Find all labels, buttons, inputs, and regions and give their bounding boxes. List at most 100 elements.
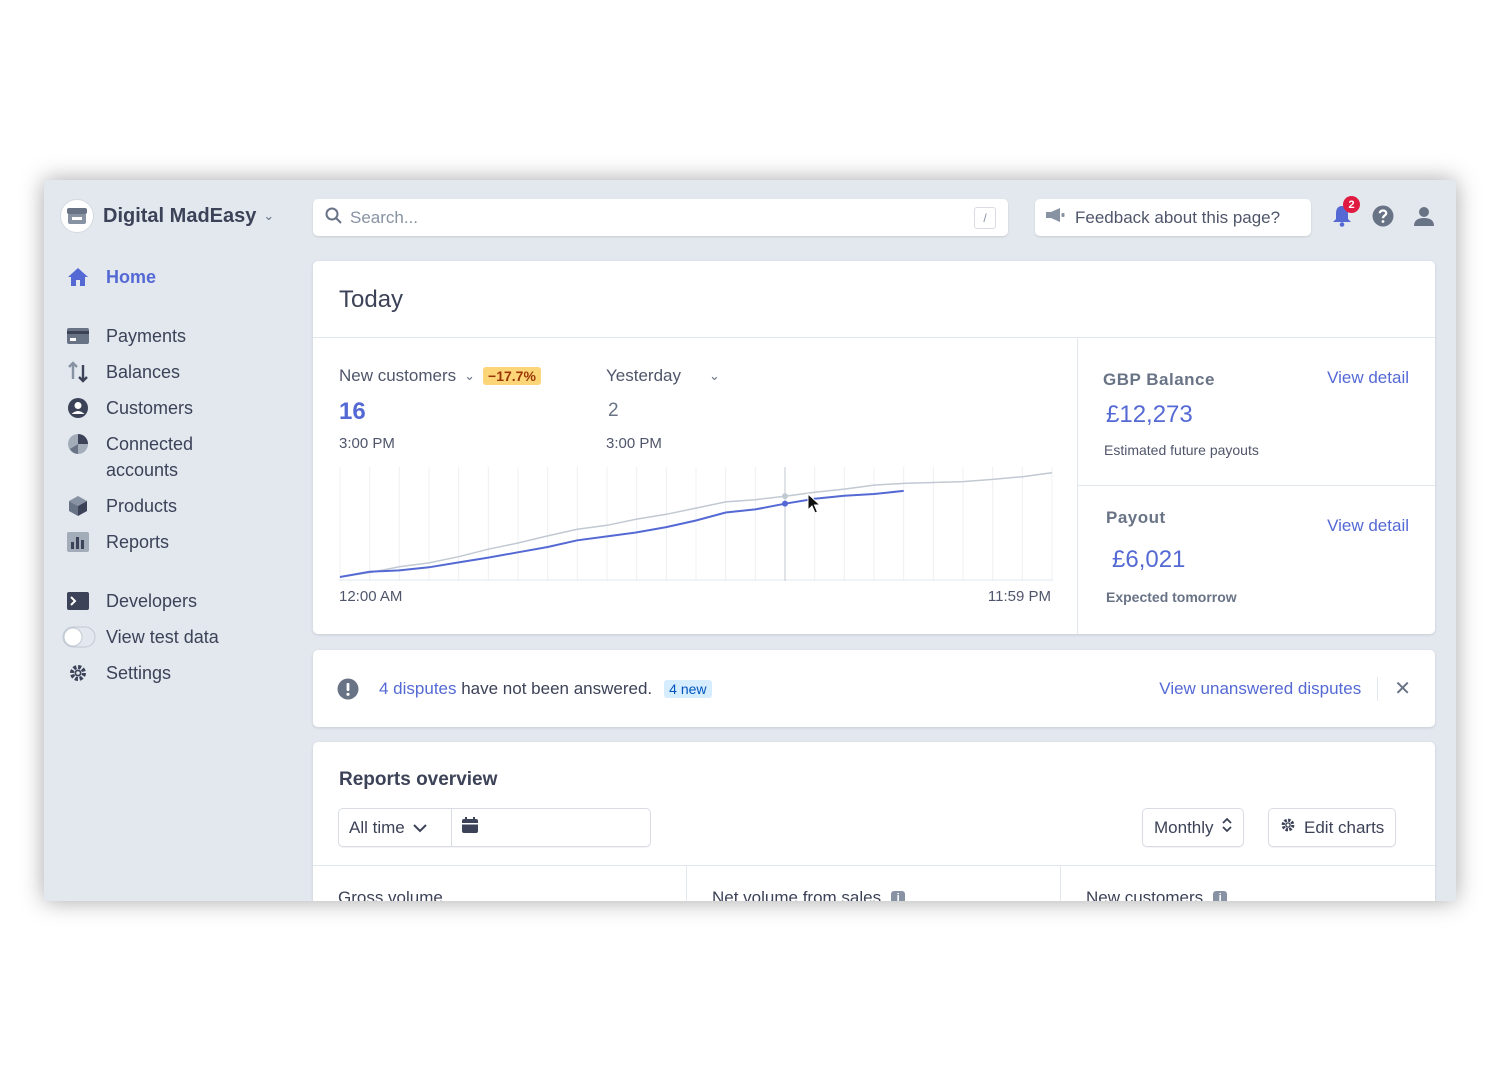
sidebar-item-settings[interactable]: Settings [66,660,306,686]
compare-time: 3:00 PM [606,435,662,452]
delta-badge: −17.7% [483,367,541,385]
sidebar-item-developers[interactable]: Developers [66,588,306,614]
feedback-button[interactable]: Feedback about this page? [1035,199,1311,236]
today-title: Today [313,261,1435,338]
sidebar-item-label: Products [106,496,178,516]
compare-selector[interactable]: Yesterday ⌄ [606,366,720,386]
gear-icon [66,660,90,686]
sidebar-item-label: Connected accounts [106,434,194,480]
chart-hover-point [782,500,788,507]
user-icon [1413,205,1435,232]
dashboard-window: Digital MadEasy ⌄ Home Payments Balances [44,180,1456,901]
disputes-actions: View unanswered disputes ✕ [1159,676,1411,701]
toggle-switch[interactable] [62,624,96,650]
payout-subtitle: Expected tomorrow [1106,589,1237,605]
home-icon [66,264,90,290]
report-new-customers[interactable]: New customers i [1061,866,1435,901]
sidebar-item-label: Home [106,267,157,287]
info-icon[interactable]: i [891,891,906,901]
sidebar-item-reports[interactable]: Reports [66,529,306,555]
report-column-title: New customers [1086,888,1204,901]
payout-view-detail-link[interactable]: View detail [1327,516,1409,536]
disputes-banner: 4 disputes have not been answered. 4 new… [313,650,1435,727]
notification-count-badge: 2 [1343,196,1360,213]
store-icon [60,199,94,233]
search-shortcut-key: / [974,206,996,229]
connected-accounts-icon [66,431,90,457]
sidebar-item-payments[interactable]: Payments [66,323,306,349]
customers-icon [66,395,90,421]
sidebar-item-label: Developers [106,591,198,611]
developers-icon [66,588,90,614]
report-column-title: Net volume from sales [712,888,882,901]
reports-columns: Gross volume Net volume from sales i New… [313,865,1435,901]
divider [1377,676,1379,701]
reports-overview-card: Reports overview All time Monthly Edit c… [313,742,1435,901]
gear-icon [1280,817,1296,838]
help-icon [1372,205,1394,232]
gbp-balance-title: GBP Balance [1103,370,1215,389]
reports-title: Reports overview [339,769,498,790]
search-icon [325,207,342,229]
feedback-label: Feedback about this page? [1075,207,1281,227]
range-select-label: All time [349,817,405,837]
reports-icon [66,529,90,555]
sidebar-item-customers[interactable]: Customers [66,395,306,421]
close-icon[interactable]: ✕ [1394,676,1411,701]
gbp-balance-amount: £12,273 [1106,401,1193,428]
account-switcher[interactable]: Digital MadEasy ⌄ [60,199,274,233]
sidebar-item-home[interactable]: Home [66,264,306,290]
chevron-down-icon: ⌄ [464,368,476,383]
edit-charts-button[interactable]: Edit charts [1268,808,1397,847]
sidebar-item-label: Balances [106,362,181,382]
info-icon[interactable]: i [1213,891,1228,901]
payout-amount: £6,021 [1112,546,1186,573]
sidebar-item-label: Reports [106,532,170,552]
sidebar-item-label: Customers [106,398,194,418]
gbp-balance-section: GBP Balance View detail £12,273 Estimate… [1078,338,1435,486]
gbp-balance-subtitle: Estimated future payouts [1104,442,1259,458]
help-button[interactable] [1369,204,1397,232]
view-unanswered-disputes-link[interactable]: View unanswered disputes [1159,679,1361,699]
edit-charts-label: Edit charts [1304,817,1385,837]
profile-button[interactable] [1410,204,1438,232]
chart-end-label: 11:59 PM [987,588,1051,605]
range-select[interactable]: All time [339,809,452,846]
today-card: Today New customers ⌄ −17.7% 16 3:00 PM … [313,261,1435,634]
date-range-picker: All time [338,808,651,847]
view-test-data-toggle[interactable]: View test data [62,624,306,650]
metric-value: 16 [339,398,366,425]
sidebar-nav: Home Payments Balances Customers Connect… [62,264,306,686]
search-placeholder: Search... [350,207,419,227]
balances-panel: GBP Balance View detail £12,273 Estimate… [1078,338,1435,634]
metric-selector[interactable]: New customers ⌄ −17.7% [339,366,541,386]
search-input[interactable]: Search... / [313,199,1008,236]
chevron-down-icon: ⌄ [263,208,275,223]
sidebar-item-products[interactable]: Products [66,493,306,519]
report-gross-volume[interactable]: Gross volume [313,866,687,901]
products-icon [66,493,90,519]
payout-section: Payout View detail £6,021 Expected tomor… [1078,486,1435,634]
report-column-title: Gross volume [338,888,443,901]
gbp-balance-view-detail-link[interactable]: View detail [1327,368,1409,388]
compare-label: Yesterday [606,366,681,385]
payments-icon [66,323,90,349]
metric-label: New customers [339,366,457,385]
sidebar-item-connected-accounts[interactable]: Connected accounts [66,431,306,483]
interval-select[interactable]: Monthly [1142,808,1244,847]
sidebar-item-label: Payments [106,326,187,346]
date-input[interactable] [452,809,650,846]
sidebar-item-balances[interactable]: Balances [66,359,306,385]
notifications-button[interactable]: 2 [1328,196,1360,232]
calendar-icon [462,817,478,838]
sort-icon [1221,817,1232,838]
metric-time: 3:00 PM [339,435,395,452]
alert-icon [337,678,359,700]
new-customers-chart[interactable] [339,467,1053,581]
balances-icon [66,359,90,385]
report-net-volume[interactable]: Net volume from sales i [687,866,1061,901]
payout-title: Payout [1106,508,1166,527]
compare-value: 2 [608,400,619,421]
disputes-count-link[interactable]: 4 disputes [379,679,457,699]
new-disputes-badge: 4 new [664,679,712,698]
